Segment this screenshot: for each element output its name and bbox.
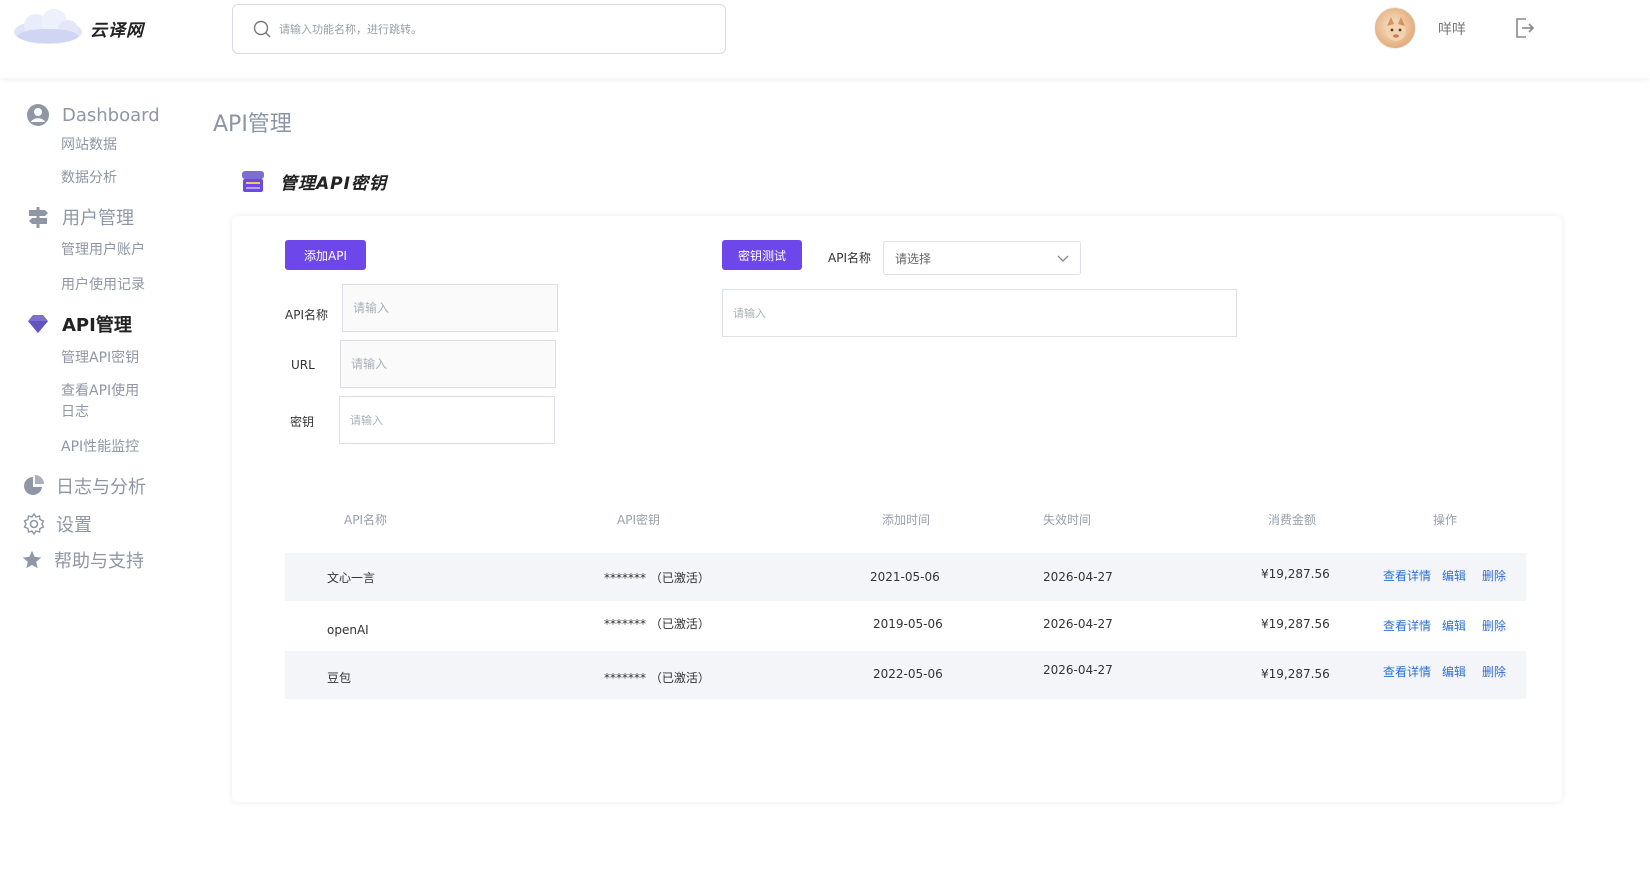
cell-api-name: 文心一言	[327, 571, 376, 585]
avatar[interactable]	[1374, 7, 1416, 49]
logo[interactable]: 云译网	[10, 8, 144, 48]
delete-link[interactable]: 删除	[1482, 567, 1506, 584]
sidebar-group-label: 日志与分析	[56, 477, 146, 498]
diamond-icon	[26, 312, 50, 336]
sidebar-group-api[interactable]: API管理	[26, 311, 132, 337]
top-bar: 云译网 咩咩	[0, 0, 1650, 78]
sidebar-group-logs[interactable]: 日志与分析	[22, 473, 146, 499]
sidebar-item-api-performance[interactable]: API性能监控	[61, 437, 139, 458]
edit-link[interactable]: 编辑	[1442, 617, 1466, 634]
sidebar-group-users[interactable]: 用户管理	[26, 204, 134, 230]
cell-added-time: 2019-05-06	[873, 617, 943, 631]
username[interactable]: 咩咩	[1438, 19, 1466, 39]
gear-icon	[22, 512, 46, 536]
cloud-logo-icon	[14, 9, 82, 44]
sidebar-item-manage-accounts[interactable]: 管理用户账户	[61, 240, 145, 261]
api-keys-card: 添加API API名称 URL 密钥 密钥测试 API名称 请选择 API名称 …	[232, 216, 1562, 802]
cell-api-name: 豆包	[327, 671, 352, 685]
storefront-icon	[242, 171, 264, 192]
delete-link[interactable]: 删除	[1482, 617, 1506, 634]
cell-api-key: ******* （已激活）	[604, 617, 710, 631]
sidebar-item-api-usage-log[interactable]: 查看API使用 日志	[61, 381, 139, 423]
search-icon	[253, 20, 271, 38]
cell-amount: ¥19,287.56	[1261, 567, 1330, 581]
sidebar-item-usage-records[interactable]: 用户使用记录	[61, 275, 145, 296]
delete-link[interactable]: 删除	[1482, 663, 1506, 680]
cell-api-key: ******* （已激活）	[604, 571, 710, 585]
section-header: 管理API密钥	[240, 168, 387, 194]
cell-expire-time: 2026-04-27	[1043, 617, 1113, 631]
col-header-added-time: 添加时间	[882, 513, 931, 527]
cell-api-key: ******* （已激活）	[604, 671, 710, 685]
view-details-link[interactable]: 查看详情	[1383, 663, 1431, 680]
col-header-amount: 消费金额	[1268, 513, 1317, 527]
col-header-api-name: API名称	[344, 513, 387, 527]
avatar-image-icon	[1386, 17, 1406, 41]
cell-added-time: 2022-05-06	[873, 667, 943, 681]
sidebar-group-label: API管理	[62, 315, 132, 336]
select-api-label: API名称	[828, 251, 871, 265]
url-input[interactable]	[340, 340, 556, 388]
logo-text: 云译网	[90, 20, 144, 41]
user-circle-icon	[26, 103, 50, 127]
sidebar-item-website-data[interactable]: 网站数据	[61, 135, 117, 156]
key-test-button[interactable]: 密钥测试	[722, 240, 802, 270]
col-header-expire-time: 失效时间	[1043, 513, 1092, 527]
sidebar-group-label: 用户管理	[62, 208, 134, 229]
search-input[interactable]	[279, 22, 699, 36]
key-test-input[interactable]	[722, 289, 1237, 337]
pie-chart-icon	[22, 474, 46, 498]
table-row: openAI ******* （已激活） 2019-05-06 2026-04-…	[285, 603, 1526, 651]
cell-api-name: openAI	[327, 623, 369, 637]
sidebar-group-label: 帮助与支持	[54, 551, 144, 572]
cell-added-time: 2021-05-06	[870, 570, 940, 584]
add-api-button[interactable]: 添加API	[285, 240, 366, 270]
sidebar-item-label-line1: 查看API使用	[61, 383, 140, 399]
sidebar-item-label-line2: 日志	[61, 404, 89, 420]
section-title: 管理API密钥	[280, 173, 387, 194]
page-title: API管理	[213, 112, 292, 137]
api-name-input[interactable]	[342, 284, 558, 332]
cell-amount: ¥19,287.56	[1261, 617, 1330, 631]
table-row: 文心一言 ******* （已激活） 2021-05-06 2026-04-27…	[285, 553, 1526, 601]
url-label: URL	[291, 358, 315, 372]
view-details-link[interactable]: 查看详情	[1383, 617, 1431, 634]
table-row: 豆包 ******* （已激活） 2022-05-06 2026-04-27 ¥…	[285, 651, 1526, 699]
sidebar-item-manage-api-keys[interactable]: 管理API密钥	[61, 348, 139, 369]
star-icon	[20, 548, 44, 572]
sidebar-group-label: 设置	[56, 515, 92, 536]
sidebar-group-dashboard[interactable]: Dashboard	[26, 103, 160, 127]
edit-link[interactable]: 编辑	[1442, 663, 1466, 680]
cell-expire-time: 2026-04-27	[1043, 570, 1113, 584]
api-name-label: API名称	[285, 308, 328, 322]
chevron-down-icon	[1057, 255, 1069, 262]
api-select[interactable]: 请选择	[883, 241, 1081, 275]
key-input[interactable]	[339, 396, 555, 444]
col-header-api-key: API密钥	[617, 513, 660, 527]
cell-amount: ¥19,287.56	[1261, 667, 1330, 681]
view-details-link[interactable]: 查看详情	[1383, 567, 1431, 584]
edit-link[interactable]: 编辑	[1442, 567, 1466, 584]
col-header-actions: 操作	[1433, 513, 1458, 527]
logout-icon[interactable]	[1512, 16, 1536, 40]
signpost-icon	[26, 205, 50, 229]
sidebar-group-settings[interactable]: 设置	[22, 511, 92, 537]
sidebar-item-data-analysis[interactable]: 数据分析	[61, 168, 117, 189]
sidebar-group-label: Dashboard	[62, 104, 160, 126]
select-value: 请选择	[895, 251, 932, 266]
key-label: 密钥	[290, 415, 315, 429]
search-box[interactable]	[232, 4, 726, 54]
sidebar-group-help[interactable]: 帮助与支持	[20, 547, 144, 573]
cell-expire-time: 2026-04-27	[1043, 663, 1113, 677]
